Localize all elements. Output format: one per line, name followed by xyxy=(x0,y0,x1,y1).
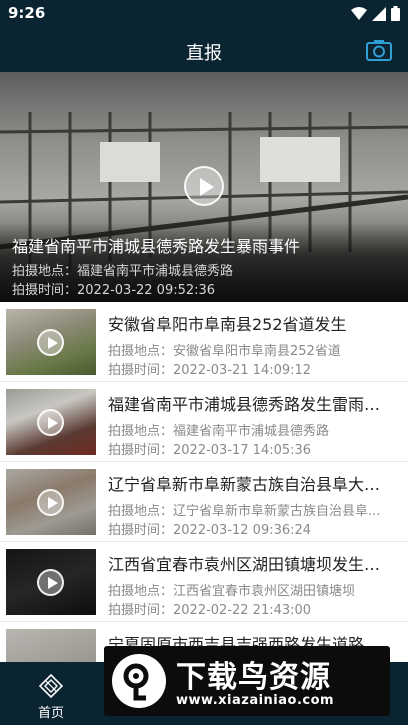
report-location: 拍摄地点：福建省南平市浦城县德秀路 xyxy=(108,424,330,439)
home-icon xyxy=(39,674,63,698)
featured-location: 拍摄地点：福建省南平市浦城县德秀路 xyxy=(12,264,234,279)
title-bar: 直报 xyxy=(0,28,408,72)
featured-report[interactable]: 福建省南平市浦城县德秀路发生暴雨事件 拍摄地点：福建省南平市浦城县德秀路 拍摄时… xyxy=(0,72,408,302)
report-location: 拍摄地点：江西省宜春市袁州区湖田镇塘坝 xyxy=(108,584,356,599)
report-thumbnail xyxy=(6,389,96,455)
play-icon[interactable] xyxy=(37,409,64,436)
camera-icon[interactable] xyxy=(366,39,392,61)
report-time: 拍摄时间：2022-03-21 14:09:12 xyxy=(108,363,312,378)
report-title: 辽宁省阜新市阜新蒙古族自治县阜大线... xyxy=(108,475,394,494)
report-thumbnail xyxy=(6,469,96,535)
report-title: 江西省宜春市袁州区湖田镇塘坝发生暴... xyxy=(108,555,394,574)
play-icon[interactable] xyxy=(37,489,64,516)
watermark-text: 下载鸟资源 xyxy=(176,660,331,695)
wifi-icon xyxy=(351,6,367,20)
play-icon[interactable] xyxy=(184,166,224,206)
signal-icon xyxy=(372,6,386,21)
list-item[interactable]: 安徽省阜阳市阜南县252省道发生 拍摄地点：安徽省阜阳市阜南县252省道 拍摄时… xyxy=(0,302,408,382)
play-icon[interactable] xyxy=(37,569,64,596)
status-time: 9:26 xyxy=(8,4,46,22)
battery-icon xyxy=(391,6,400,21)
report-title: 福建省南平市浦城县德秀路发生雷雨大... xyxy=(108,395,394,414)
report-time: 拍摄时间：2022-03-12 09:36:24 xyxy=(108,523,312,538)
report-thumbnail xyxy=(6,309,96,375)
report-time: 拍摄时间：2022-02-22 21:43:00 xyxy=(108,603,312,618)
report-time: 拍摄时间：2022-03-17 14:05:36 xyxy=(108,443,312,458)
list-item[interactable]: 辽宁省阜新市阜新蒙古族自治县阜大线... 拍摄地点：辽宁省阜新市阜新蒙古族自治县… xyxy=(0,462,408,542)
status-bar: 9:26 xyxy=(0,0,408,28)
tab-home[interactable]: 首页 xyxy=(24,668,78,721)
play-icon[interactable] xyxy=(37,329,64,356)
report-thumbnail xyxy=(6,549,96,615)
list-item[interactable]: 福建省南平市浦城县德秀路发生雷雨大... 拍摄地点：福建省南平市浦城县德秀路 拍… xyxy=(0,382,408,462)
watermark-logo-icon xyxy=(112,654,166,708)
report-location: 拍摄地点：安徽省阜阳市阜南县252省道 xyxy=(108,344,341,359)
tab-home-label: 首页 xyxy=(37,706,64,721)
report-title: 安徽省阜阳市阜南县252省道发生 xyxy=(108,315,347,334)
featured-title: 福建省南平市浦城县德秀路发生暴雨事件 xyxy=(12,237,301,256)
featured-time: 拍摄时间：2022-03-22 09:52:36 xyxy=(12,283,216,298)
watermark-url: www.xiazainiao.com xyxy=(176,693,335,708)
list-item[interactable]: 江西省宜春市袁州区湖田镇塘坝发生暴... 拍摄地点：江西省宜春市袁州区湖田镇塘坝… xyxy=(0,542,408,622)
page-title: 直报 xyxy=(186,43,222,64)
watermark-banner: 下载鸟资源 www.xiazainiao.com xyxy=(104,646,390,716)
status-icons xyxy=(351,6,400,21)
report-location: 拍摄地点：辽宁省阜新市阜新蒙古族自治县阜... xyxy=(108,504,381,519)
